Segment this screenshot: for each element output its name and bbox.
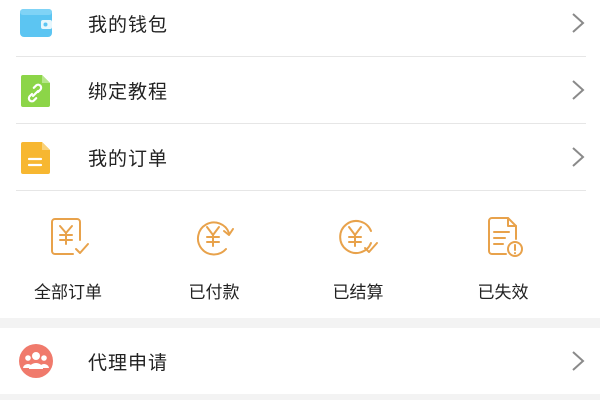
yen-circle-check-icon [339, 220, 378, 254]
menu-item-label: 我的钱包 [88, 13, 169, 36]
menu-card: 我的钱包 绑定教程 我的订单 全部订单 已付款 已结算 已失效 [0, 0, 600, 318]
link-document-icon [19, 73, 53, 107]
menu-item-my-orders[interactable]: 我的订单 [0, 124, 600, 190]
order-status-paid[interactable]: 已付款 [154, 212, 274, 303]
document-icon [19, 140, 53, 174]
chevron-right-icon [572, 13, 585, 33]
order-status-label: 全部订单 [34, 283, 102, 303]
menu-item-label: 绑定教程 [88, 80, 169, 103]
yen-circle-arrow-icon [196, 221, 234, 256]
menu-item-agent-application[interactable]: 代理申请 [0, 328, 600, 394]
wallet-icon [19, 6, 53, 40]
menu-item-label: 代理申请 [88, 351, 169, 374]
chevron-right-icon [572, 147, 585, 167]
order-status-label: 已结算 [332, 283, 384, 303]
yen-receipt-check-icon [51, 218, 89, 255]
order-status-all[interactable]: 全部订单 [8, 212, 128, 303]
order-status-expired[interactable]: 已失效 [443, 212, 563, 303]
agent-card: 代理申请 [0, 328, 600, 394]
chevron-right-icon [572, 351, 585, 371]
menu-item-label: 我的订单 [88, 147, 169, 170]
chevron-right-icon [572, 80, 585, 100]
order-status-label: 已付款 [188, 283, 240, 303]
divider [16, 190, 586, 191]
document-warning-icon [488, 217, 523, 257]
group-icon [19, 344, 53, 378]
order-status-label: 已失效 [477, 283, 529, 303]
order-status-settled[interactable]: 已结算 [298, 212, 418, 303]
profile-menu-page: 我的钱包 绑定教程 我的订单 全部订单 已付款 已结算 已失效 代理申请 [0, 0, 600, 400]
menu-item-wallet[interactable]: 我的钱包 [0, 0, 600, 56]
menu-item-binding-tutorial[interactable]: 绑定教程 [0, 57, 600, 123]
